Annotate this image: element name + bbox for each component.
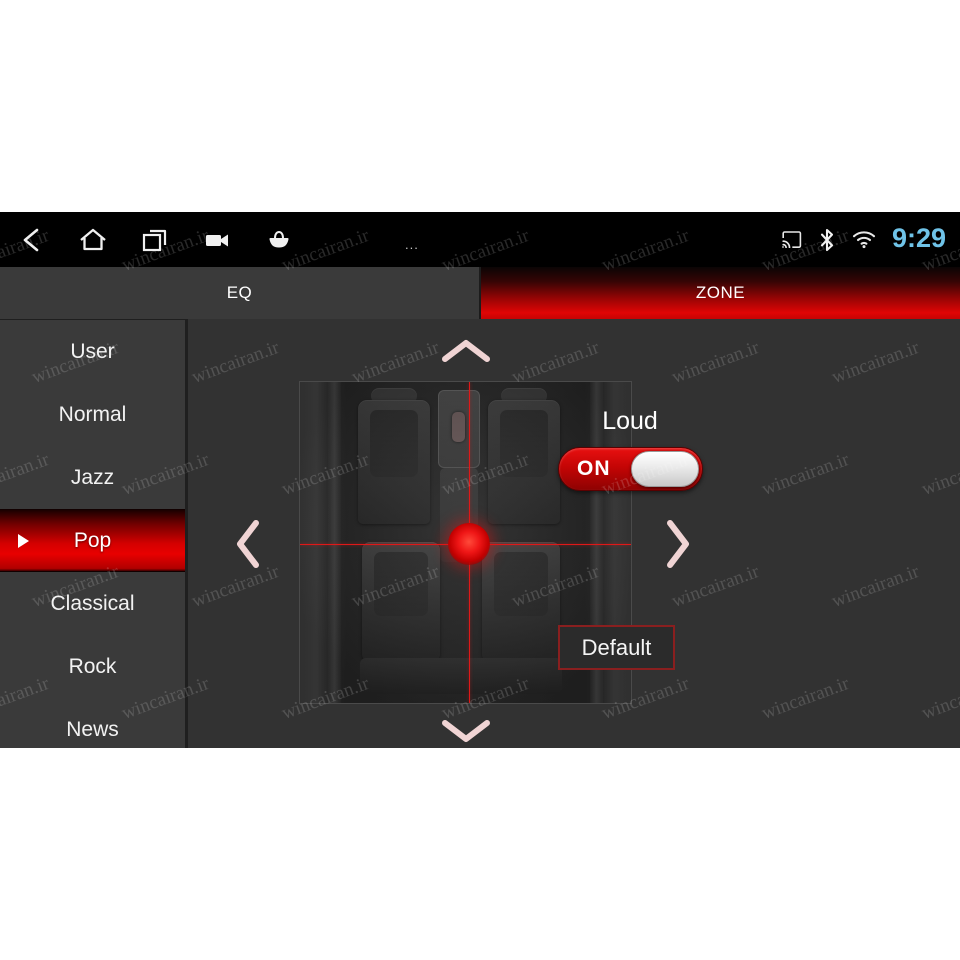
red-zone-dot[interactable] xyxy=(447,523,490,566)
navigation-bar: ... xyxy=(0,212,418,267)
eq-preset-list: User Normal Jazz Pop Classical Rock News xyxy=(0,319,188,748)
watermark-text: wincairan.ir xyxy=(828,113,922,165)
play-triangle-icon xyxy=(18,533,29,548)
watermark-text: wincairan.ir xyxy=(918,1,960,53)
watermark-text: wincairan.ir xyxy=(28,785,122,837)
preset-label: User xyxy=(70,339,115,363)
preset-label: Rock xyxy=(68,654,117,678)
chevron-down-icon[interactable] xyxy=(432,711,500,748)
preset-item-classical[interactable]: Classical xyxy=(0,572,185,635)
status-clock: 9:29 xyxy=(891,223,946,253)
watermark-text: wincairan.ir xyxy=(438,1,532,53)
screenshot-root: ... 9:29 EQ ZONE User Normal Jazz Pop Cl… xyxy=(0,0,960,960)
watermark-text: wincairan.ir xyxy=(188,113,282,165)
basket-icon[interactable] xyxy=(248,212,310,267)
watermark-text: wincairan.ir xyxy=(0,1,52,53)
preset-item-normal[interactable]: Normal xyxy=(0,383,185,446)
watermark-text: wincairan.ir xyxy=(28,113,122,165)
video-camera-icon[interactable] xyxy=(186,212,248,267)
watermark-text: wincairan.ir xyxy=(348,785,442,837)
chevron-left-icon[interactable] xyxy=(226,511,270,577)
android-status-bar: ... 9:29 xyxy=(0,212,960,267)
watermark-text: wincairan.ir xyxy=(668,113,762,165)
preset-item-news[interactable]: News xyxy=(0,698,185,748)
preset-label: Pop xyxy=(73,528,112,552)
watermark-text: wincairan.ir xyxy=(508,113,602,165)
loudness-state-label: ON xyxy=(577,457,611,480)
preset-label: Jazz xyxy=(70,465,115,489)
cast-icon xyxy=(782,231,802,248)
tab-eq-label: EQ xyxy=(226,283,253,302)
wifi-icon xyxy=(852,230,876,249)
preset-item-pop[interactable]: Pop xyxy=(0,509,185,572)
default-button-label: Default xyxy=(581,634,652,660)
watermark-text: wincairan.ir xyxy=(598,897,692,949)
watermark-text: wincairan.ir xyxy=(118,1,212,53)
back-icon[interactable] xyxy=(0,212,62,267)
watermark-text: wincairan.ir xyxy=(278,1,372,53)
right-controls: Loud ON Default xyxy=(545,319,772,748)
bluetooth-icon xyxy=(818,228,836,252)
status-indicators: 9:29 xyxy=(782,212,946,267)
preset-item-rock[interactable]: Rock xyxy=(0,635,185,698)
watermark-text: wincairan.ir xyxy=(828,785,922,837)
watermark-text: wincairan.ir xyxy=(508,785,602,837)
loudness-toggle[interactable]: ON xyxy=(558,447,703,491)
overflow-dots[interactable]: ... xyxy=(405,238,419,251)
watermark-text: wincairan.ir xyxy=(758,897,852,949)
watermark-text: wincairan.ir xyxy=(758,1,852,53)
toggle-knob[interactable] xyxy=(631,451,699,487)
watermark-text: wincairan.ir xyxy=(668,785,762,837)
loudness-label: Loud xyxy=(602,407,658,435)
tab-eq[interactable]: EQ xyxy=(0,267,481,319)
watermark-text: wincairan.ir xyxy=(348,113,442,165)
tab-bar: EQ ZONE xyxy=(0,267,960,319)
preset-label: Classical xyxy=(50,591,135,615)
watermark-text: wincairan.ir xyxy=(438,897,532,949)
watermark-text: wincairan.ir xyxy=(598,1,692,53)
recents-icon[interactable] xyxy=(124,212,186,267)
chevron-up-icon[interactable] xyxy=(432,331,500,371)
watermark-text: wincairan.ir xyxy=(278,897,372,949)
preset-item-jazz[interactable]: Jazz xyxy=(0,446,185,509)
seat-rear-left xyxy=(362,542,440,662)
watermark-text: wincairan.ir xyxy=(188,785,282,837)
tab-zone-label: ZONE xyxy=(695,283,746,302)
preset-label: Normal xyxy=(58,402,127,426)
watermark-text: wincairan.ir xyxy=(0,897,52,949)
watermark-text: wincairan.ir xyxy=(918,897,960,949)
watermark-text: wincairan.ir xyxy=(118,897,212,949)
tab-zone[interactable]: ZONE xyxy=(481,267,960,319)
rear-bench xyxy=(360,658,562,694)
seat-front-left xyxy=(358,400,430,524)
preset-label: News xyxy=(66,717,119,741)
default-button[interactable]: Default xyxy=(558,625,675,670)
home-icon[interactable] xyxy=(62,212,124,267)
head-unit-screen: ... 9:29 EQ ZONE User Normal Jazz Pop Cl… xyxy=(0,212,960,748)
car-pillar-left xyxy=(328,382,341,703)
preset-item-user[interactable]: User xyxy=(0,320,185,383)
content-area: User Normal Jazz Pop Classical Rock News… xyxy=(0,319,960,748)
gear-shifter xyxy=(452,412,465,442)
